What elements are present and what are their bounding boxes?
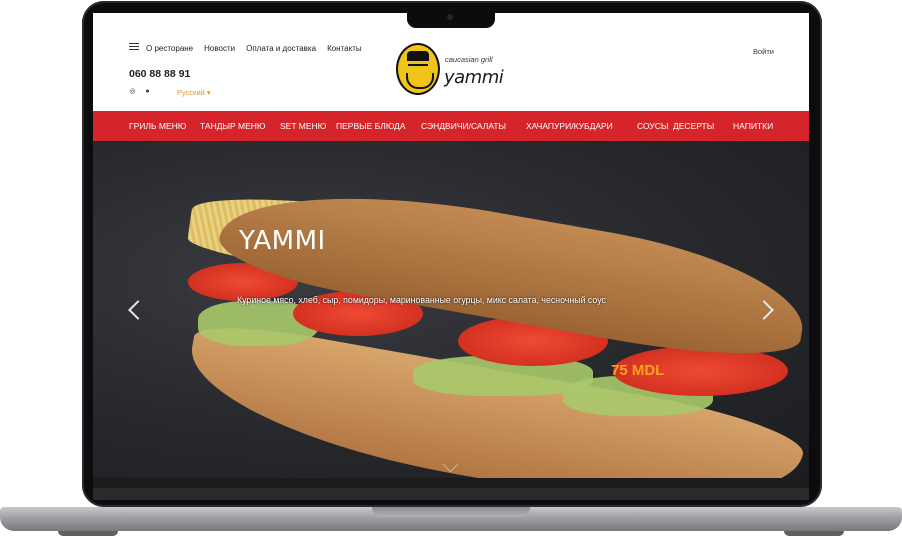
language-select[interactable]: Русский ▾ (177, 88, 211, 97)
nav-about[interactable]: О ресторане (146, 44, 193, 53)
category-tandyr[interactable]: ТАНДЫР МЕНЮ (200, 121, 266, 131)
top-nav: О ресторане Новости Оплата и доставка Ко… (146, 44, 362, 53)
laptop-base-notch (372, 507, 530, 517)
category-khachapuri[interactable]: ХАЧАПУРИ/КУБДАРИ (526, 121, 613, 131)
category-nav: ГРИЛЬ МЕНЮ ТАНДЫР МЕНЮ SET МЕНЮ ПЕРВЫЕ Б… (93, 111, 809, 141)
logo-wordmark[interactable]: yammi (444, 67, 504, 88)
nav-payment-delivery[interactable]: Оплата и доставка (246, 44, 316, 53)
category-set[interactable]: SET МЕНЮ (280, 121, 326, 131)
logo-subtitle: caucasian grill (445, 55, 493, 64)
screen-hinge (93, 488, 809, 500)
category-grill[interactable]: ГРИЛЬ МЕНЮ (129, 121, 186, 131)
category-desserts[interactable]: ДЕСЕРТЫ (673, 121, 714, 131)
phone-number[interactable]: 060 88 88 91 (129, 68, 190, 80)
nav-contacts[interactable]: Контакты (327, 44, 362, 53)
nav-news[interactable]: Новости (204, 44, 235, 53)
category-first-courses[interactable]: ПЕРВЫЕ БЛЮДА (336, 121, 405, 131)
category-sauces[interactable]: СОУСЫ (637, 121, 668, 131)
category-drinks[interactable]: НАПИТКИ (733, 121, 773, 131)
hero-slider: YAMMI Куриное мясо, хлеб, сыр, помидоры,… (93, 141, 809, 478)
laptop-foot (58, 531, 118, 536)
hero-description: Куриное мясо, хлеб, сыр, помидоры, марин… (237, 295, 606, 305)
social-links: ◎ ● (129, 88, 151, 95)
login-link[interactable]: Войти (753, 47, 774, 56)
category-sandwiches-salads[interactable]: СЭНДВИЧИ/САЛАТЫ (421, 121, 506, 131)
hero-price: 75 MDL (611, 362, 665, 379)
hamburger-menu-icon[interactable] (129, 43, 139, 51)
browser-screen: О ресторане Новости Оплата и доставка Ко… (93, 13, 809, 478)
laptop-foot (784, 531, 844, 536)
screen-bezel (93, 478, 809, 488)
logo-icon[interactable] (396, 43, 440, 95)
camera-icon (447, 14, 453, 20)
hero-title: YAMMI (239, 226, 326, 256)
instagram-icon[interactable]: ◎ (129, 88, 136, 95)
facebook-icon[interactable]: ● (144, 88, 151, 95)
